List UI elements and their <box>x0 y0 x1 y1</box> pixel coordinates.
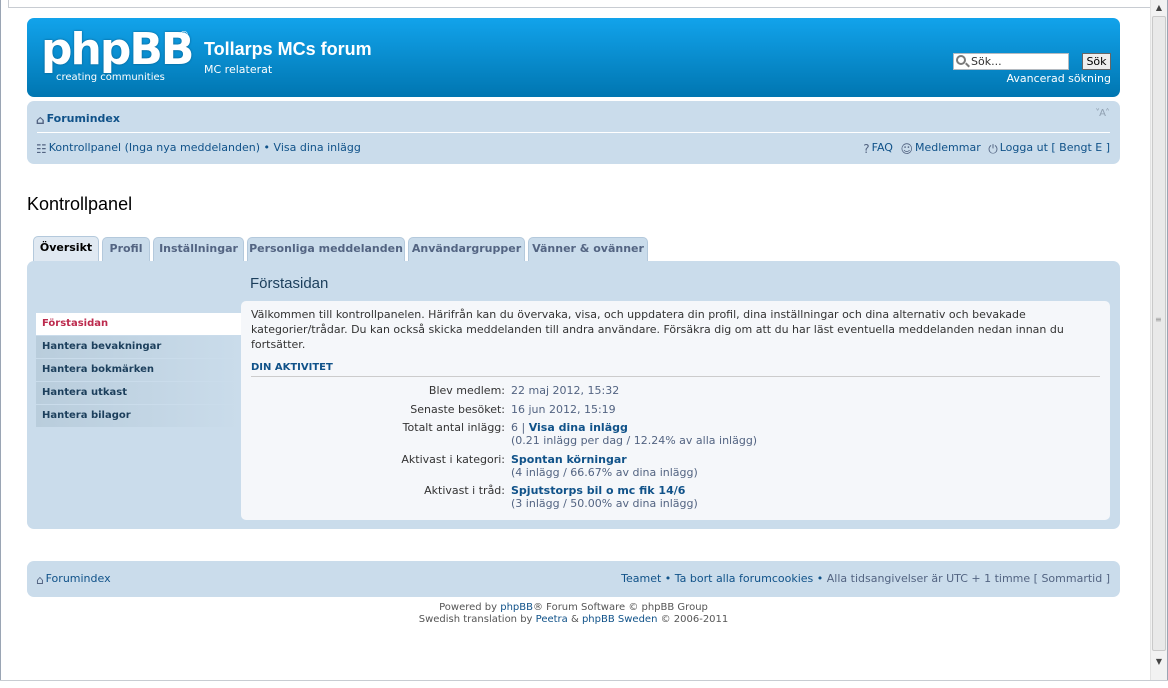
phpbb-logo[interactable]: phpBB ® creating communities <box>41 24 194 88</box>
forum-index-link[interactable]: Forumindex <box>47 112 120 125</box>
active-topic-link[interactable]: Spjutstorps bil o mc fik 14/6 <box>511 484 685 497</box>
phpbb-sweden-link[interactable]: phpBB Sweden <box>582 614 657 625</box>
search-input[interactable]: Sök... <box>953 53 1069 70</box>
stat-value: Spontan körningar (4 inlägg / 66.67% av … <box>511 453 698 479</box>
window-top-edge <box>8 0 1158 8</box>
active-forum-link[interactable]: Spontan körningar <box>511 453 627 466</box>
home-icon: ⌂ <box>36 573 44 587</box>
footer-breadcrumb: ⌂ Forumindex <box>36 572 111 587</box>
stat-value: 6 | Visa dina inlägg (0.21 inlägg per da… <box>511 421 757 447</box>
breadcrumb: ⌂ Forumindex <box>36 112 120 127</box>
ucp-link[interactable]: Kontrollpanel (Inga nya meddelanden) <box>49 141 260 154</box>
tab-profil[interactable]: Profil <box>102 237 150 261</box>
stat-value: Spjutstorps bil o mc fik 14/6 (3 inlägg … <box>511 484 698 510</box>
stat-value: 22 maj 2012, 15:32 <box>511 384 620 397</box>
nav-right-links: ? FAQ ☺ Medlemmar ⏻ Logga ut [ Bengt E ] <box>863 141 1110 157</box>
navbar: ⌂ Forumindex ˅A˄ ☷ Kontrollpanel (Inga nya… <box>27 101 1120 164</box>
menu-item-bevakningar[interactable]: Hantera bevakningar <box>36 336 241 358</box>
faq-icon: ? <box>863 142 870 156</box>
advanced-search-link[interactable]: Avancerad sökning <box>1007 72 1111 85</box>
scroll-down-icon[interactable]: ▼ <box>1151 654 1167 670</box>
footer-links: Teamet • Ta bort alla forumcookies • All… <box>621 572 1110 585</box>
copyright: Powered by phpBB® Forum Software © phpBB… <box>27 602 1120 626</box>
logo-registered-mark: ® <box>179 30 189 41</box>
tab-oversikt[interactable]: Översikt <box>33 236 99 262</box>
navbar-divider <box>37 132 1110 133</box>
phpbb-link[interactable]: phpBB <box>500 602 533 613</box>
scroll-up-icon[interactable]: ▲ <box>1151 0 1167 16</box>
panel-content: Välkommen till kontrollpanelen. Härifrån… <box>241 301 1110 520</box>
view-posts-link[interactable]: Visa dina inlägg <box>274 141 361 154</box>
translation-suffix: © 2006-2011 <box>657 614 729 625</box>
search-button[interactable]: Sök <box>1082 53 1111 70</box>
search-icon <box>956 55 966 65</box>
bullet-separator: • <box>661 572 675 585</box>
site-header: phpBB ® creating communities Tollarps MC… <box>27 18 1120 97</box>
powered-by-text: Powered by <box>439 602 501 613</box>
page-title: Kontrollpanel <box>27 194 133 214</box>
translation-line: Swedish translation by Peetra & phpBB Sw… <box>27 614 1120 626</box>
scroll-thumb[interactable] <box>1152 16 1166 651</box>
members-icon: ☺ <box>900 142 913 156</box>
peetra-link[interactable]: Peetra <box>536 614 568 625</box>
delete-cookies-link[interactable]: Ta bort alla forumcookies <box>675 572 814 585</box>
menu-item-bokmarken[interactable]: Hantera bokmärken <box>36 359 241 381</box>
team-link[interactable]: Teamet <box>621 572 661 585</box>
search-placeholder: Sök... <box>971 55 1002 68</box>
stat-value: 16 jun 2012, 15:19 <box>511 403 616 416</box>
menu-item-forstasidan[interactable]: Förstasidan <box>36 313 241 335</box>
scroll-grip-icon: ≡ <box>1155 315 1162 324</box>
vertical-scrollbar[interactable]: ▲ ≡ ▼ <box>1150 0 1167 686</box>
bullet-separator: • <box>813 572 827 585</box>
logo-tagline: creating communities <box>56 72 165 83</box>
translation-amp: & <box>567 614 582 625</box>
tab-installningar[interactable]: Inställningar <box>153 237 244 261</box>
stat-label: Aktivast i tråd: <box>424 484 505 497</box>
activity-heading: DIN AKTIVITET <box>251 362 1100 377</box>
tab-vanner-ovanner[interactable]: Vänner & ovänner <box>528 237 648 261</box>
stat-label: Senaste besöket: <box>410 403 505 416</box>
ucp-side-menu: Förstasidan Hantera bevakningar Hantera … <box>36 313 241 428</box>
stat-label: Totalt antal inlägg: <box>402 421 505 434</box>
ucp-panel: Förstasidan Förstasidan Hantera bevaknin… <box>27 261 1120 529</box>
bullet-separator: • <box>263 141 271 154</box>
powered-by-suffix: ® Forum Software © phpBB Group <box>533 602 708 613</box>
footer-navbar: ⌂ Forumindex Teamet • Ta bort alla forumc… <box>27 561 1120 597</box>
timezone-info: Alla tidsangivelser är UTC + 1 timme [ S… <box>826 572 1110 585</box>
logout-link[interactable]: Logga ut [ Bengt E ] <box>1000 141 1110 154</box>
site-description: MC relaterat <box>204 63 273 76</box>
panel-title: Förstasidan <box>250 275 329 292</box>
posts-detail: (0.21 inlägg per dag / 12.24% av alla in… <box>511 434 758 447</box>
search-area: Sök... Sök Avancerad sökning <box>951 53 1111 93</box>
menu-item-bilagor[interactable]: Hantera bilagor <box>36 405 241 427</box>
faq-link[interactable]: FAQ <box>872 141 893 154</box>
welcome-text: Välkommen till kontrollpanelen. Härifrån… <box>251 308 1064 351</box>
powered-by-line: Powered by phpBB® Forum Software © phpBB… <box>27 602 1120 614</box>
tab-personliga-meddelanden[interactable]: Personliga meddelanden <box>247 237 405 261</box>
posts-count: 6 | <box>511 421 529 434</box>
logout-icon: ⏻ <box>988 142 998 156</box>
translation-text: Swedish translation by <box>418 614 536 625</box>
user-links: ☷ Kontrollpanel (Inga nya meddelanden) • … <box>36 141 361 156</box>
stat-label: Aktivast i kategori: <box>401 453 505 466</box>
site-name: Tollarps MCs forum <box>204 39 372 59</box>
logo-text: phpBB <box>41 24 194 75</box>
members-link[interactable]: Medlemmar <box>915 141 981 154</box>
menu-item-utkast[interactable]: Hantera utkast <box>36 382 241 404</box>
window-bottom-edge <box>0 680 1168 688</box>
user-panel-icon: ☷ <box>36 142 47 156</box>
tab-anvandargrupper[interactable]: Användargrupper <box>408 237 525 261</box>
view-posts-link[interactable]: Visa dina inlägg <box>529 421 628 434</box>
home-icon: ⌂ <box>36 113 45 127</box>
font-size-change-icon[interactable]: ˅A˄ <box>1095 108 1110 119</box>
topic-detail: (3 inlägg / 50.00% av dina inlägg) <box>511 497 698 510</box>
footer-forum-index-link[interactable]: Forumindex <box>46 572 111 585</box>
forum-detail: (4 inlägg / 66.67% av dina inlägg) <box>511 466 698 479</box>
stat-label: Blev medlem: <box>428 384 505 397</box>
